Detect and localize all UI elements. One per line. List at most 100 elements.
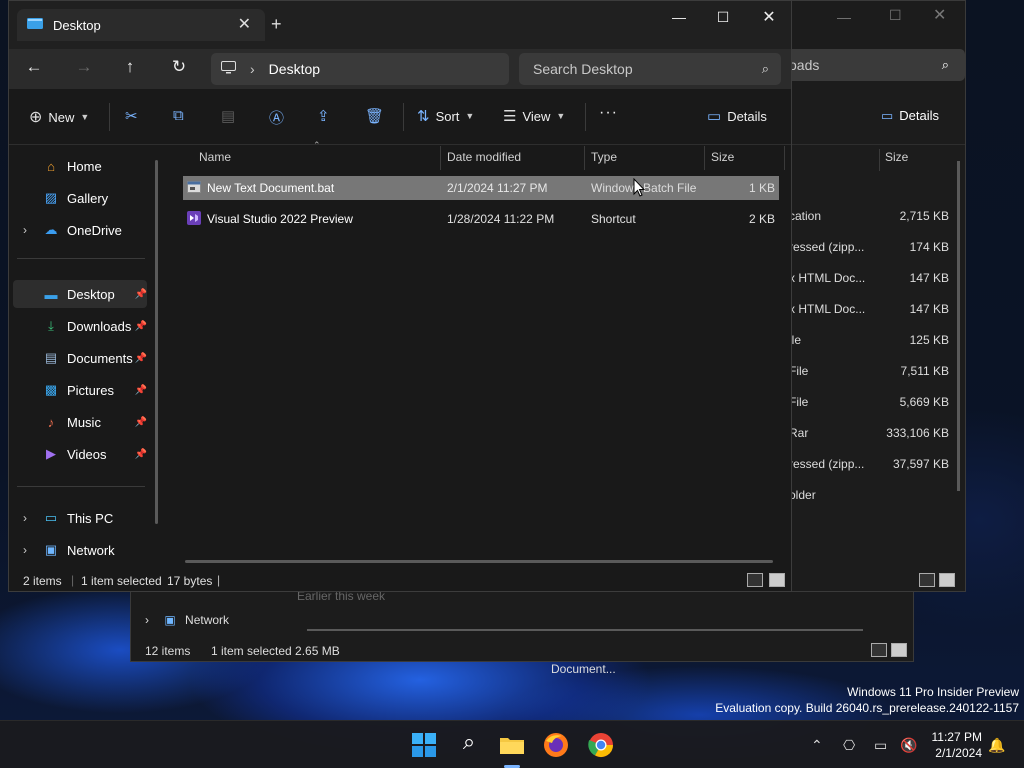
address-bar-row: ← → ↑ ↻ › Desktop Search Desktop ⌕ <box>9 49 791 89</box>
home-icon: ⌂ <box>47 158 55 174</box>
refresh-button[interactable]: ↻ <box>164 57 194 77</box>
pin-icon[interactable]: 📌 <box>135 417 147 428</box>
close-icon[interactable]: ✕ <box>933 5 946 25</box>
sidebar-item-documents[interactable]: ▤ Documents 📌 <box>13 344 147 372</box>
horizontal-scrollbar[interactable] <box>185 560 773 563</box>
breadcrumb-desktop[interactable]: Desktop <box>269 61 320 77</box>
close-window-button[interactable]: ✕ <box>755 7 783 27</box>
sidebar-item-onedrive[interactable]: › ☁ OneDrive <box>13 216 147 244</box>
new-button[interactable]: ⊕ New ▼ <box>29 107 89 127</box>
close-tab-icon[interactable]: ✕ <box>238 14 251 34</box>
more-options-button[interactable]: ··· <box>599 104 618 122</box>
sidebar-item-network[interactable]: › ▣ Network <box>13 536 147 564</box>
details-view-button-back[interactable] <box>919 573 935 587</box>
network-disconnected-icon[interactable]: ⎔ <box>843 737 855 754</box>
column-header-name[interactable]: Name <box>199 146 231 168</box>
pin-icon[interactable]: 📌 <box>135 353 147 364</box>
maximize-icon[interactable]: ☐ <box>889 7 902 24</box>
firefox-icon[interactable] <box>542 731 570 759</box>
chevron-right-icon[interactable]: › <box>250 61 255 77</box>
column-header-size-back[interactable]: Size <box>885 150 908 164</box>
chevron-up-icon[interactable]: ⌃ <box>811 737 823 754</box>
copy-button[interactable]: ⧉ <box>173 107 184 124</box>
search-icon: ⌕ <box>761 61 769 76</box>
file-date: 1/28/2024 11:22 PM <box>447 212 555 226</box>
details-pane-icon: ▭ <box>707 108 722 125</box>
column-header-type[interactable]: Type <box>591 146 617 168</box>
pin-icon[interactable]: 📌 <box>135 385 147 396</box>
paste-button[interactable]: ▤ <box>221 107 235 125</box>
forward-button[interactable]: → <box>69 57 99 77</box>
file-row[interactable]: Visual Studio 2022 Preview 1/28/2024 11:… <box>183 207 779 231</box>
volume-muted-icon[interactable]: 🔇 <box>900 737 917 754</box>
start-button[interactable] <box>410 731 438 759</box>
trash-icon: 🗑 <box>365 108 385 125</box>
tiles-view-button[interactable] <box>769 573 785 587</box>
sidebar-item-network-back[interactable]: › ▣ Network <box>145 613 229 627</box>
file-explorer-window[interactable]: Desktop ✕ + — ☐ ✕ ← → ↑ ↻ › Desktop Sear… <box>8 0 792 592</box>
rename-button[interactable]: Ⓐ <box>269 107 284 128</box>
sort-ascending-icon: ⌃ <box>313 140 321 150</box>
file-row[interactable]: New Text Document.bat 2/1/2024 11:27 PM … <box>183 176 779 200</box>
details-pane-icon: ▭ <box>881 108 894 123</box>
clipboard-icon: ▤ <box>221 108 236 125</box>
tiles-view-button-back[interactable] <box>939 573 955 587</box>
desktop-icon-label[interactable]: Document... <box>551 662 616 676</box>
document-icon: ▤ <box>44 350 58 365</box>
column-header-size[interactable]: Size <box>711 146 734 168</box>
sidebar-item-desktop[interactable]: ▬ Desktop 📌 <box>13 280 147 308</box>
search-input[interactable]: Search Desktop ⌕ <box>519 53 781 85</box>
search-icon[interactable]: ⌕ <box>455 729 483 757</box>
sort-button[interactable]: ⇅ Sort ▼ <box>417 107 474 125</box>
watermark-line-1: Windows 11 Pro Insider Preview <box>847 685 1019 699</box>
monitor-icon: ▭ <box>44 510 58 525</box>
chrome-icon[interactable] <box>587 731 615 759</box>
tab-desktop[interactable]: Desktop ✕ <box>17 9 265 41</box>
monitor-icon <box>221 61 236 77</box>
chevron-right-icon[interactable]: › <box>23 543 27 557</box>
sidebar-item-downloads[interactable]: ⤓ Downloads 📌 <box>13 312 147 340</box>
watermark-line-2: Evaluation copy. Build 26040.rs_prerelea… <box>715 701 1019 715</box>
view-button[interactable]: ☰ View ▼ <box>503 107 565 125</box>
sidebar-item-pictures[interactable]: ▩ Pictures 📌 <box>13 376 147 404</box>
share-button[interactable]: ⇪ <box>317 107 330 125</box>
sidebar-item-videos[interactable]: ▶ Videos 📌 <box>13 440 147 468</box>
file-size: 174 KB <box>909 240 949 254</box>
horizontal-scrollbar[interactable] <box>307 629 863 631</box>
list-view-icon: ☰ <box>503 108 517 125</box>
maximize-button[interactable]: ☐ <box>709 9 737 26</box>
file-size: 2 KB <box>748 212 775 226</box>
sidebar-scrollbar[interactable] <box>155 160 158 524</box>
column-header-date[interactable]: Date modified <box>447 146 521 168</box>
status-item-count: 2 items <box>23 574 62 588</box>
details-view-button[interactable] <box>871 643 887 657</box>
details-pane-button[interactable]: ▭ Details <box>707 107 767 125</box>
vertical-scrollbar-back[interactable] <box>957 161 960 491</box>
clock[interactable]: 11:27 PM 2/1/2024 <box>932 729 982 761</box>
file-explorer-taskbar-icon[interactable] <box>498 731 526 759</box>
pin-icon[interactable]: 📌 <box>135 449 147 460</box>
file-type: older <box>789 488 816 502</box>
address-bar[interactable]: › Desktop <box>211 53 509 85</box>
back-button[interactable]: ← <box>19 57 49 77</box>
sidebar-item-this-pc[interactable]: › ▭ This PC <box>13 504 147 532</box>
pin-icon[interactable]: 📌 <box>135 289 147 300</box>
minimize-button[interactable]: — <box>665 9 693 25</box>
tiles-view-button[interactable] <box>891 643 907 657</box>
up-button[interactable]: ↑ <box>115 57 145 77</box>
details-pane-button[interactable]: ▭ Details <box>881 108 939 124</box>
chevron-right-icon[interactable]: › <box>23 511 27 525</box>
sidebar-item-gallery[interactable]: ▨ Gallery <box>13 184 147 212</box>
cut-button[interactable]: ✂ <box>125 107 138 125</box>
pin-icon[interactable]: 📌 <box>135 321 147 332</box>
new-tab-button[interactable]: + <box>271 14 282 35</box>
sidebar-item-home[interactable]: ⌂ Home <box>13 152 147 180</box>
minimize-icon[interactable]: — <box>837 9 851 25</box>
sidebar-item-music[interactable]: ♪ Music 📌 <box>13 408 147 436</box>
delete-button[interactable]: 🗑 <box>365 107 384 125</box>
details-view-button[interactable] <box>747 573 763 587</box>
chevron-right-icon[interactable]: › <box>23 223 27 237</box>
title-bar[interactable]: Desktop ✕ + — ☐ ✕ <box>9 1 791 49</box>
notification-bell-icon[interactable]: 🔔 <box>988 737 1005 754</box>
display-icon[interactable]: ▭ <box>874 737 887 754</box>
